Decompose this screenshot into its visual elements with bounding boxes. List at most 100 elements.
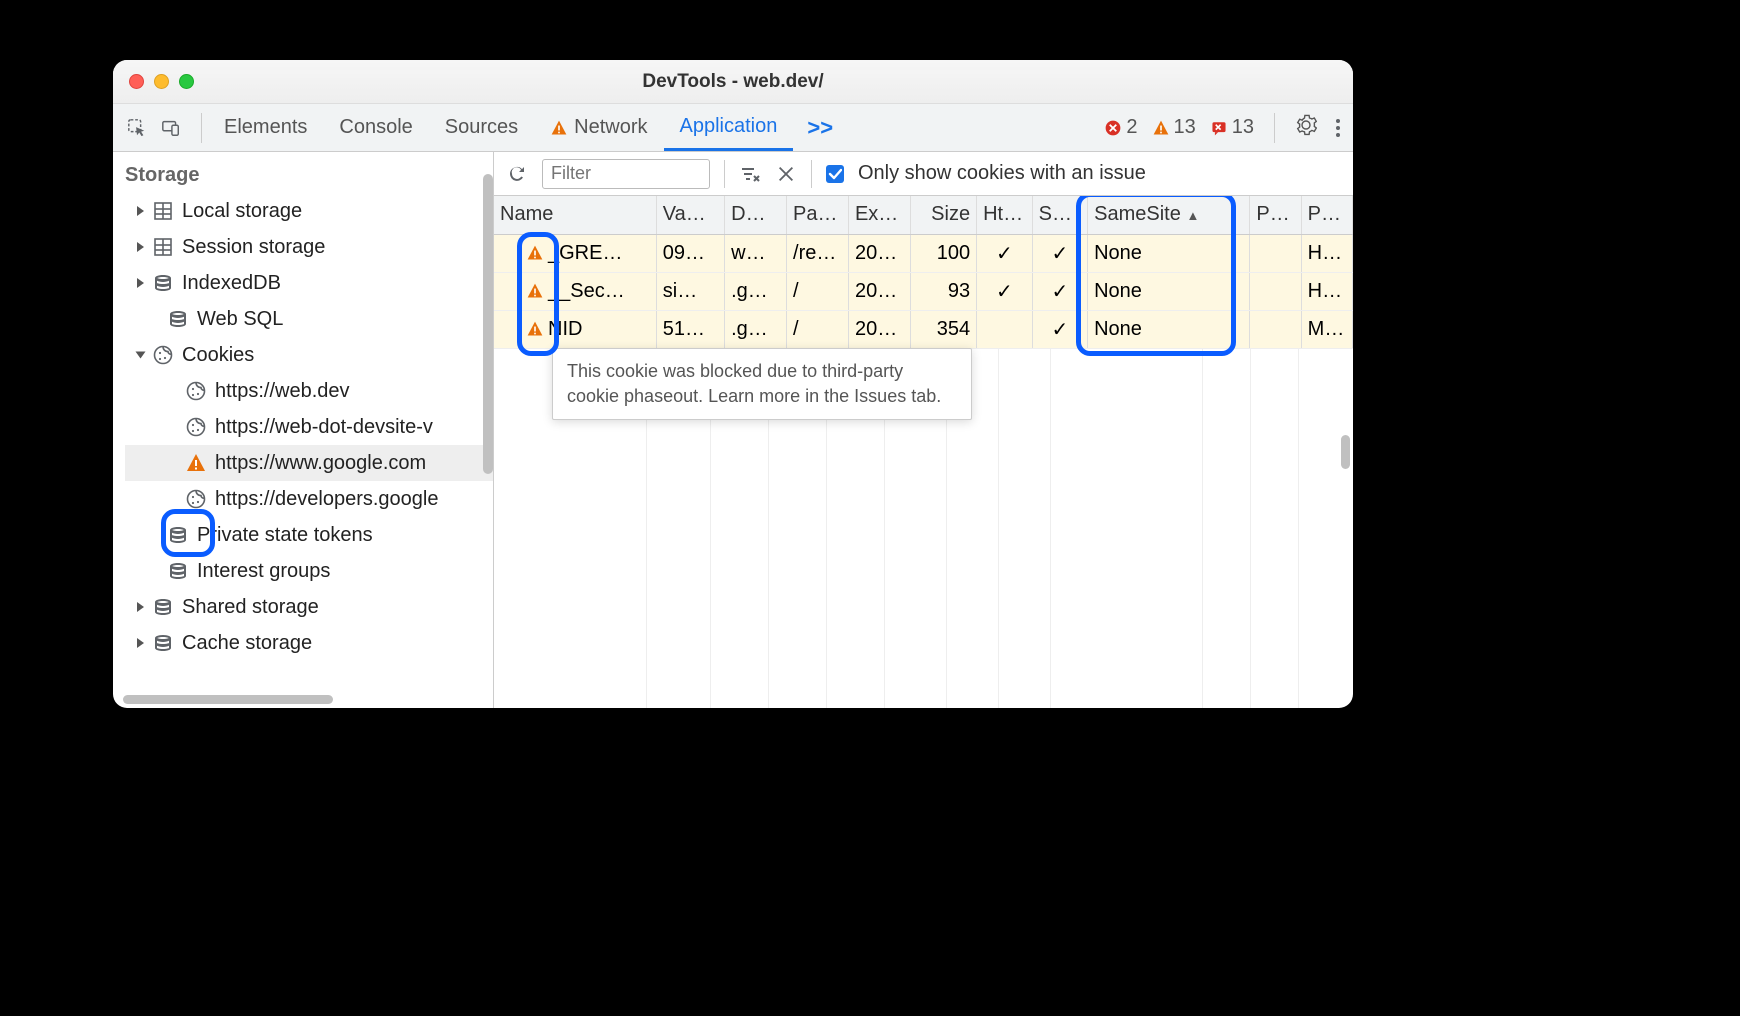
sidebar-item-12[interactable]: Cache storage bbox=[125, 625, 493, 661]
cookie-name: __Sec… bbox=[548, 280, 625, 303]
sidebar-scrollbar-v[interactable] bbox=[483, 174, 493, 474]
col-header-8[interactable]: SameSite ▲ bbox=[1088, 196, 1250, 234]
tab-sources[interactable]: Sources bbox=[429, 104, 534, 151]
refresh-button[interactable] bbox=[506, 163, 528, 185]
tab-console[interactable]: Console bbox=[323, 104, 428, 151]
clear-filter-button[interactable] bbox=[739, 163, 761, 185]
expand-icon bbox=[137, 638, 144, 648]
db-icon bbox=[167, 524, 189, 546]
tab-network[interactable]: Network bbox=[534, 104, 663, 151]
db-icon bbox=[152, 596, 174, 618]
settings-button[interactable] bbox=[1295, 114, 1317, 142]
table-row[interactable]: NID51….g…/20…354✓NoneM… bbox=[494, 310, 1353, 348]
storage-sidebar: Storage Local storage Session storage Inde… bbox=[113, 152, 494, 708]
warning-icon bbox=[526, 282, 544, 300]
sort-arrow-icon: ▲ bbox=[1183, 208, 1199, 223]
only-issues-checkbox[interactable] bbox=[826, 165, 844, 183]
col-header-10[interactable]: P… bbox=[1301, 196, 1352, 234]
db-icon bbox=[152, 632, 174, 654]
sidebar-item-label: Cookies bbox=[182, 344, 254, 367]
col-header-3[interactable]: Pa… bbox=[787, 196, 849, 234]
tab-application[interactable]: Application bbox=[664, 104, 794, 151]
clear-all-button[interactable] bbox=[775, 163, 797, 185]
devtools-window: DevTools - web.dev/ Elements Console Sou… bbox=[113, 60, 1353, 708]
col-header-2[interactable]: D… bbox=[725, 196, 787, 234]
sidebar-item-label: https://web-dot-devsite-v bbox=[215, 416, 433, 439]
expand-icon bbox=[137, 602, 144, 612]
expand-icon bbox=[137, 278, 144, 288]
only-issues-label: Only show cookies with an issue bbox=[858, 162, 1146, 185]
col-header-9[interactable]: P… bbox=[1250, 196, 1301, 234]
col-header-5[interactable]: Size bbox=[910, 196, 976, 234]
sidebar-item-10[interactable]: Interest groups bbox=[125, 553, 493, 589]
warning-icon bbox=[526, 244, 544, 262]
cookie-icon bbox=[185, 416, 207, 438]
kebab-menu[interactable] bbox=[1335, 119, 1341, 137]
sidebar-item-7[interactable]: https://www.google.com bbox=[125, 445, 493, 481]
col-header-0[interactable]: Name bbox=[494, 196, 656, 234]
tab-elements[interactable]: Elements bbox=[208, 104, 323, 151]
device-toggle-icon[interactable] bbox=[161, 118, 181, 138]
sidebar-item-label: Session storage bbox=[182, 236, 325, 259]
close-button[interactable] bbox=[129, 74, 144, 89]
cookie-icon bbox=[152, 344, 174, 366]
warning-icon bbox=[1152, 119, 1170, 137]
table-row[interactable]: _GRE…09…w…/re…20…100✓✓NoneH… bbox=[494, 234, 1353, 272]
sidebar-item-11[interactable]: Shared storage bbox=[125, 589, 493, 625]
cookies-toolbar: Only show cookies with an issue bbox=[494, 152, 1353, 196]
sidebar-item-label: https://www.google.com bbox=[215, 452, 426, 475]
sidebar-item-1[interactable]: Session storage bbox=[125, 229, 493, 265]
col-header-7[interactable]: Se… bbox=[1032, 196, 1088, 234]
filter-input[interactable] bbox=[542, 159, 710, 189]
more-tabs-button[interactable]: >> bbox=[793, 115, 847, 141]
minimize-button[interactable] bbox=[154, 74, 169, 89]
grid-icon bbox=[152, 200, 174, 222]
sidebar-item-8[interactable]: https://developers.google bbox=[125, 481, 493, 517]
db-icon bbox=[152, 272, 174, 294]
db-icon bbox=[167, 308, 189, 330]
col-header-1[interactable]: Va… bbox=[656, 196, 724, 234]
cookie-icon bbox=[185, 488, 207, 510]
sidebar-item-4[interactable]: Cookies bbox=[125, 337, 493, 373]
messages-indicator[interactable]: 13 bbox=[1210, 116, 1254, 139]
sidebar-item-label: Web SQL bbox=[197, 308, 283, 331]
sidebar-item-9[interactable]: Private state tokens bbox=[125, 517, 493, 553]
sidebar-item-label: https://developers.google bbox=[215, 488, 439, 511]
sidebar-item-6[interactable]: https://web-dot-devsite-v bbox=[125, 409, 493, 445]
cookie-name: NID bbox=[548, 318, 582, 341]
warnings-indicator[interactable]: 13 bbox=[1152, 116, 1196, 139]
sidebar-item-3[interactable]: Web SQL bbox=[125, 301, 493, 337]
cookies-panel: Only show cookies with an issue NameVa…D… bbox=[494, 152, 1353, 708]
sidebar-item-2[interactable]: IndexedDB bbox=[125, 265, 493, 301]
maximize-button[interactable] bbox=[179, 74, 194, 89]
warning-icon bbox=[185, 452, 207, 474]
sidebar-item-label: Private state tokens bbox=[197, 524, 373, 547]
sidebar-scrollbar-h[interactable] bbox=[123, 695, 333, 704]
sidebar-item-label: Interest groups bbox=[197, 560, 330, 583]
sidebar-section-header: Storage bbox=[125, 160, 493, 193]
expand-icon bbox=[137, 242, 144, 252]
col-header-6[interactable]: Ht… bbox=[977, 196, 1033, 234]
col-header-4[interactable]: Ex… bbox=[848, 196, 910, 234]
db-icon bbox=[167, 560, 189, 582]
grid-icon bbox=[152, 236, 174, 258]
window-controls bbox=[113, 74, 194, 89]
cookies-table: NameVa…D…Pa…Ex…SizeHt…Se…SameSite ▲P…P… … bbox=[494, 196, 1353, 708]
cookie-icon bbox=[185, 380, 207, 402]
warning-icon bbox=[526, 320, 544, 338]
sidebar-item-5[interactable]: https://web.dev bbox=[125, 373, 493, 409]
error-icon bbox=[1104, 119, 1122, 137]
inspect-icon[interactable] bbox=[127, 118, 147, 138]
sidebar-item-label: Cache storage bbox=[182, 632, 312, 655]
expand-icon bbox=[136, 352, 146, 359]
sidebar-item-label: Shared storage bbox=[182, 596, 319, 619]
cookie-name: _GRE… bbox=[548, 242, 622, 265]
errors-indicator[interactable]: 2 bbox=[1104, 116, 1137, 139]
sidebar-item-label: IndexedDB bbox=[182, 272, 281, 295]
window-title: DevTools - web.dev/ bbox=[113, 71, 1353, 93]
table-scrollbar-v[interactable] bbox=[1341, 435, 1350, 469]
table-row[interactable]: __Sec…si….g…/20…93✓✓NoneH… bbox=[494, 272, 1353, 310]
sidebar-item-0[interactable]: Local storage bbox=[125, 193, 493, 229]
panel-tabs: Elements Console Sources Network Applica… bbox=[208, 104, 847, 151]
sidebar-item-label: https://web.dev bbox=[215, 380, 350, 403]
